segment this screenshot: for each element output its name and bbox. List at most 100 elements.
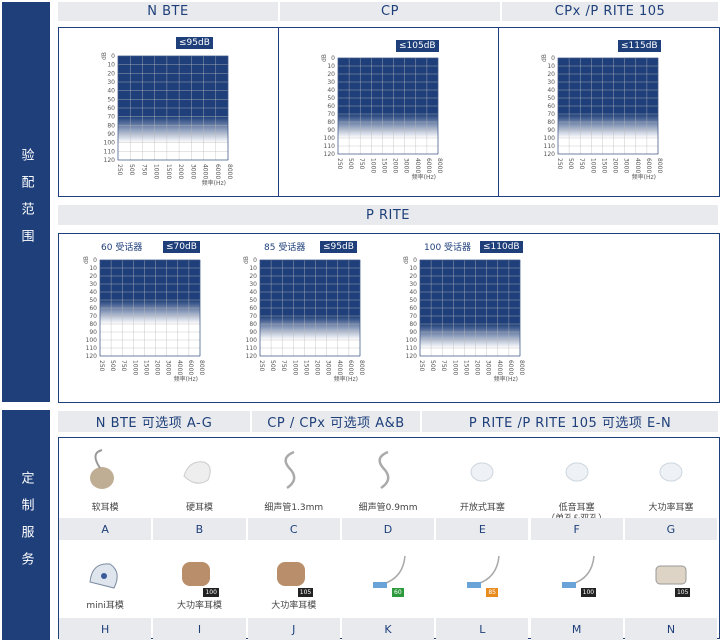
fade-area [558,114,658,138]
x-tick: 8000 [436,158,443,173]
hard-earmold-icon [174,448,224,493]
y-tick: 120 [324,151,336,158]
x-tick: 1000 [451,360,458,375]
y-tick: 70 [409,313,417,320]
x-tick: 4000 [496,360,503,375]
y-tick: 90 [249,329,257,336]
y-tick: 80 [249,321,257,328]
side-label-fitting: 验配范围 [2,2,50,402]
fade-area [260,316,360,340]
y-tick: 40 [249,289,257,296]
x-tick: 2000 [392,158,399,173]
x-tick: 1000 [153,164,160,179]
x-tick: 1500 [142,360,149,375]
x-tick: 6000 [507,360,514,375]
x-tick: 750 [140,164,147,176]
y-tick: 0 [253,257,257,264]
y-tick: 50 [409,297,417,304]
y-tick: 10 [327,63,335,70]
y-tick: 20 [327,71,335,78]
x-tick: 750 [120,360,127,372]
y-tick: 120 [86,353,98,360]
x-tick: 500 [128,164,135,176]
audiogram-prite100: 0 10 20 30 40 50 60 70 80 90 100 110 120 dB 250 500 750 1… [400,254,530,382]
x-tick: 2000 [314,360,321,375]
y-tick: 110 [86,345,98,352]
x-tick: 6000 [425,158,432,173]
x-tick: 250 [556,158,563,170]
option-letter: C [247,518,340,540]
y-tick: 110 [104,148,116,155]
x-tick: 8000 [226,164,233,179]
x-tick: 4000 [336,360,343,375]
divider [498,27,499,197]
y-tick: 0 [93,257,97,264]
power-tag: 105 [674,588,691,597]
y-tick: 10 [249,265,257,272]
y-tick: 110 [324,143,336,150]
y-tick: 70 [107,114,115,121]
fill-area [558,58,658,114]
badge-cpx: ≤115dB [618,40,661,52]
options-header-a: N BTE 可选项 A-G [58,411,250,432]
y-tick: 50 [327,95,335,102]
soft-earmold-icon [80,448,130,493]
header-nbte: N BTE [58,2,278,21]
fade-area [338,114,438,138]
x-tick: 250 [116,164,123,176]
y-tick: 60 [89,305,97,312]
x-tick: 1500 [380,158,387,173]
x-tick: 750 [280,360,287,372]
y-tick: 50 [107,96,115,103]
y-tick: 90 [409,329,417,336]
x-tick: 6000 [645,158,652,173]
fade-area [118,116,228,143]
x-tick: 1000 [291,360,298,375]
y-tick: 70 [249,313,257,320]
y-axis-label: dB [243,256,250,264]
option-letter: J [247,618,340,640]
x-tick: 500 [347,158,354,170]
y-tick: 0 [551,55,555,62]
option-letter: B [153,518,246,540]
x-tick: 3000 [403,158,410,173]
x-tick: 8000 [198,360,205,375]
receiver-wire-icon [457,552,507,597]
custom-label: 定制服务 [18,471,34,579]
y-tick: 20 [409,273,417,280]
y-tick: 120 [406,353,418,360]
y-tick: 90 [547,127,555,134]
y-tick: 40 [107,88,115,95]
y-tick: 100 [86,337,98,344]
x-tick: 500 [109,360,116,372]
x-tick: 250 [258,360,265,372]
header-prite: P RITE [58,205,718,225]
x-tick: 3000 [623,158,630,173]
x-tick: 1000 [369,158,376,173]
y-tick: 120 [544,151,556,158]
x-axis-label: 频率(Hz) [412,173,436,180]
x-tick: 4000 [176,360,183,375]
y-tick: 0 [111,53,115,60]
y-tick: 40 [547,87,555,94]
option-letter: M [530,618,623,640]
y-axis-label: dB [101,52,108,60]
y-tick: 20 [547,71,555,78]
badge-cp: ≤105dB [396,40,439,52]
y-tick: 0 [331,55,335,62]
y-axis-label: dB [83,256,90,264]
audiogram-cpx: 0 10 20 30 40 50 60 70 80 90 100 110 120 dB 250 500 750 1… [538,52,668,180]
caption-prite60: 60 受话器 [99,240,145,253]
x-tick: 500 [567,158,574,170]
power-tag: 85 [486,588,498,597]
x-axis-label: 频率(Hz) [202,179,226,186]
y-tick: 40 [409,289,417,296]
option-letter: I [153,618,246,640]
y-tick: 20 [89,273,97,280]
caption-prite85: 85 受话器 [262,240,308,253]
x-tick: 4000 [414,158,421,173]
option-label: 大功率耳模 [271,601,317,611]
fill-area [118,56,228,117]
y-tick: 80 [107,122,115,129]
fill-area [338,58,438,114]
